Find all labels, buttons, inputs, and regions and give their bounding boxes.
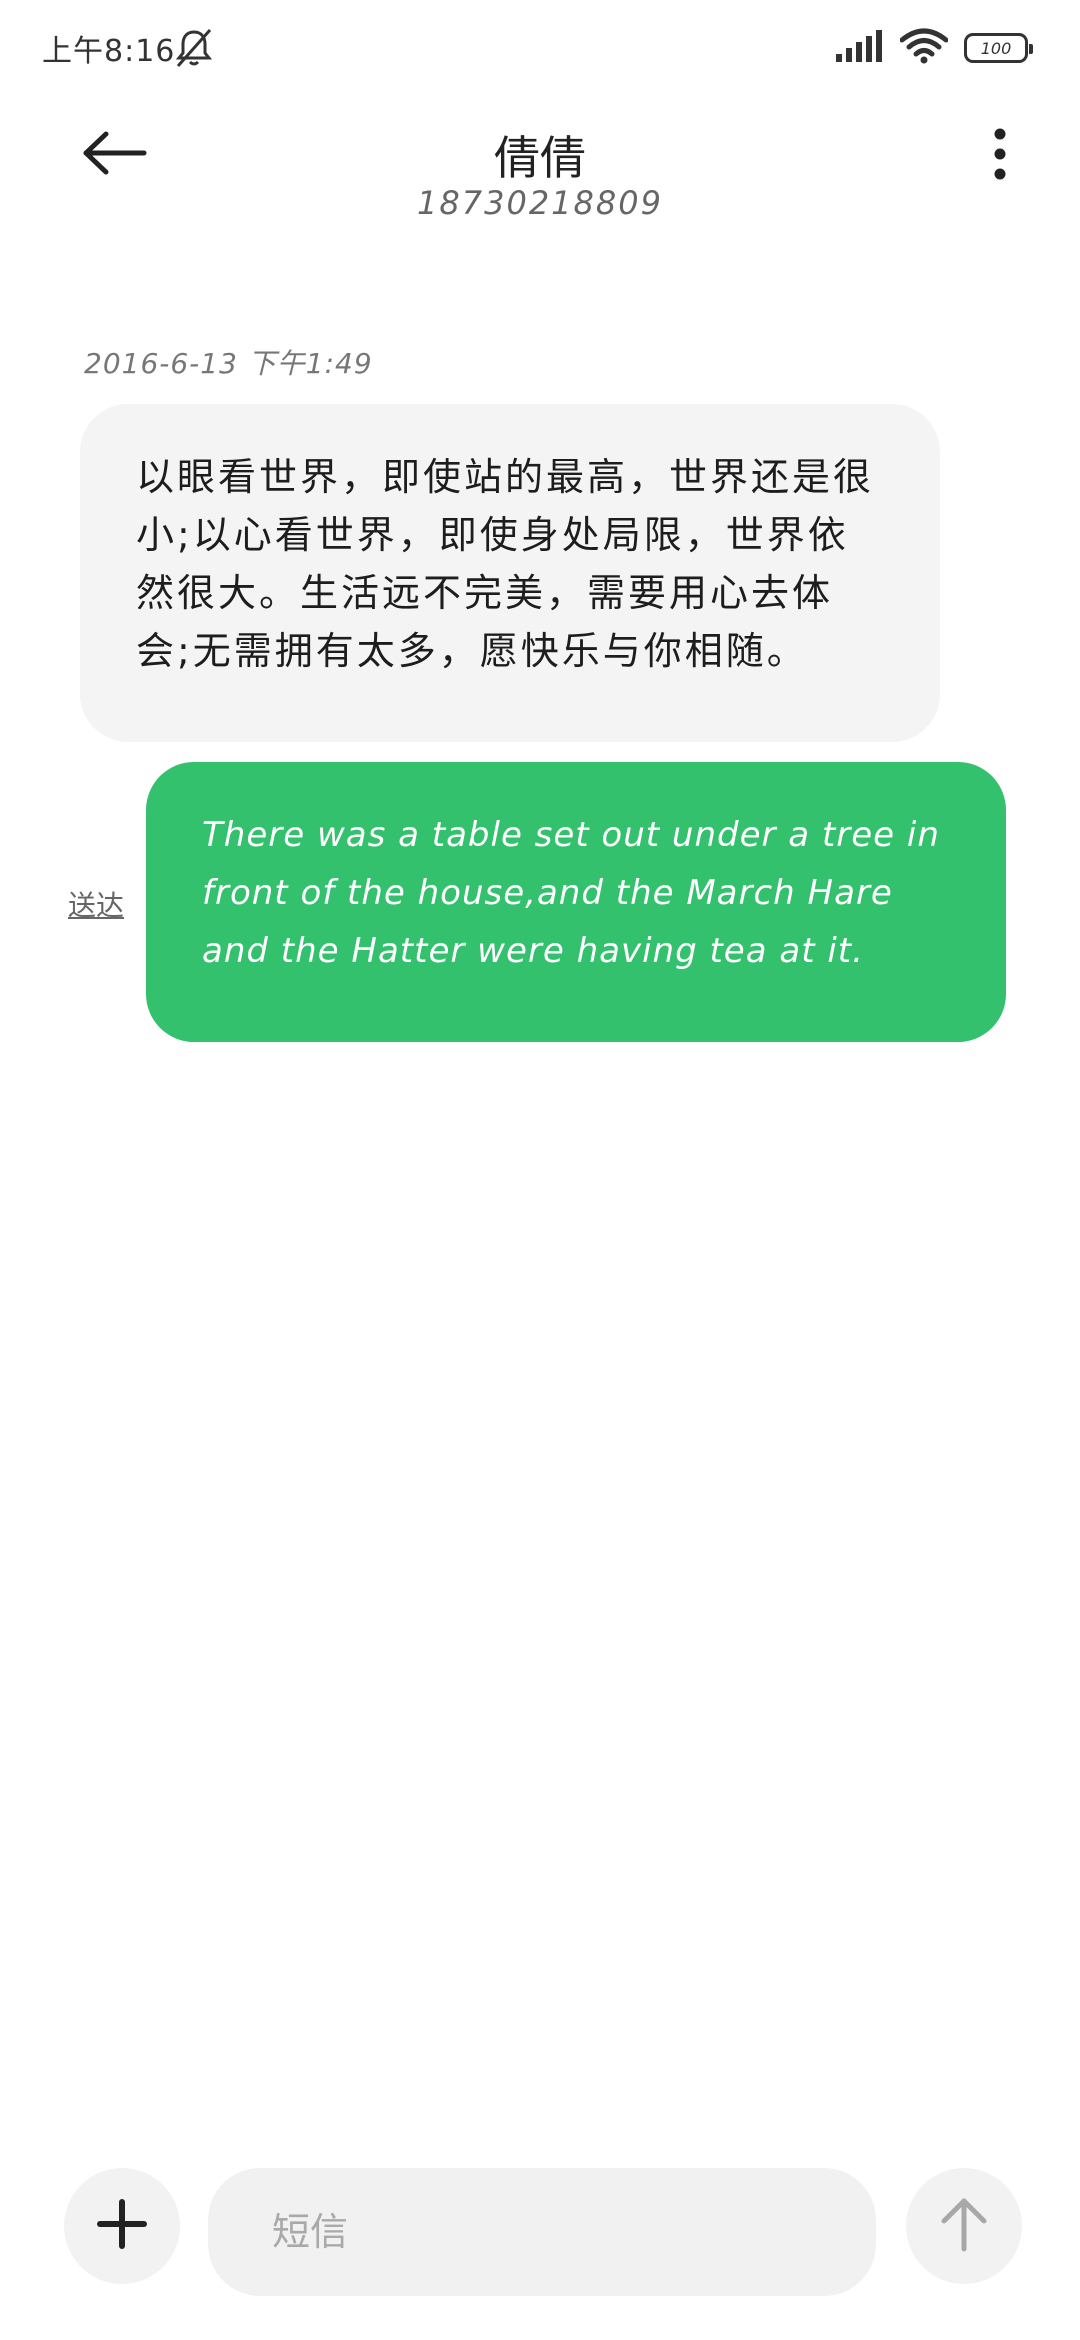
delivery-status: 送达 (68, 889, 125, 922)
send-arrow-up-icon (938, 2195, 990, 2257)
status-time: 上午8:16 (42, 34, 176, 69)
more-options-button[interactable] (964, 120, 1036, 192)
wifi-icon (899, 28, 949, 68)
battery-icon: 100 (964, 33, 1033, 63)
conversation-header: 倩倩 18730218809 (0, 100, 1080, 240)
more-vert-icon (992, 128, 1008, 184)
incoming-message-text: 以眼看世界，即使站的最高，世界还是很小;以心看世界，即使身处局限，世界依然很大。… (136, 455, 875, 673)
send-button[interactable] (906, 2168, 1022, 2284)
plus-icon (96, 2198, 148, 2254)
message-timestamp: 2016-6-13 下午1:49 (84, 347, 373, 380)
dnd-bell-off-icon (172, 26, 216, 70)
contact-number: 18730218809 (417, 184, 663, 222)
message-input[interactable] (208, 2168, 876, 2296)
contact-name: 倩倩 (494, 131, 586, 185)
incoming-message-bubble[interactable]: 以眼看世界，即使站的最高，世界还是很小;以心看世界，即使身处局限，世界依然很大。… (80, 404, 940, 742)
status-right-icons: 100 (834, 28, 1033, 68)
add-attachment-button[interactable] (64, 2168, 180, 2284)
battery-level: 100 (980, 38, 1012, 58)
outgoing-message-text: There was a table set out under a tree i… (202, 815, 940, 971)
outgoing-message-bubble[interactable]: There was a table set out under a tree i… (146, 762, 1006, 1042)
status-bar: 上午8:16 100 (0, 0, 1080, 96)
sms-conversation-screen: 上午8:16 100 倩倩 18730218809 2016-6-13 下午1:… (0, 0, 1080, 2340)
signal-icon (834, 30, 884, 66)
